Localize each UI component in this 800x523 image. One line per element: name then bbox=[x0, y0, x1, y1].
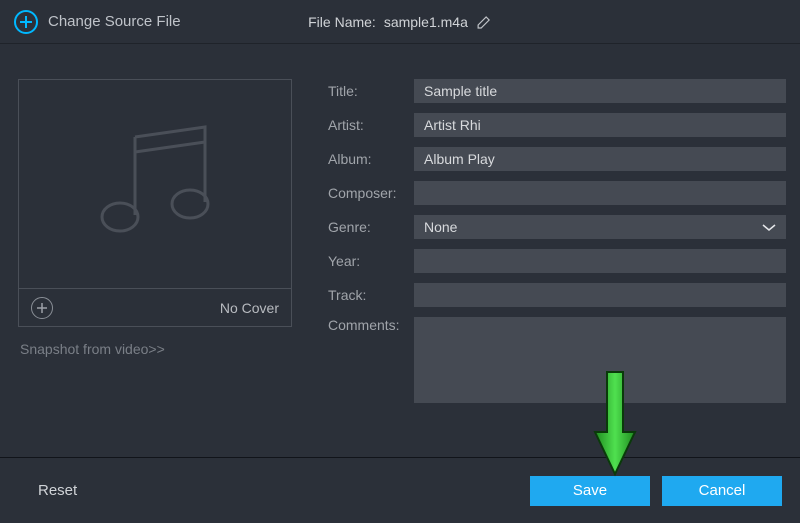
cancel-button[interactable]: Cancel bbox=[662, 476, 782, 506]
no-cover-label: No Cover bbox=[220, 300, 279, 316]
save-button[interactable]: Save bbox=[530, 476, 650, 506]
composer-input[interactable] bbox=[414, 181, 786, 205]
cover-toolbar: No Cover bbox=[18, 289, 292, 327]
title-input[interactable] bbox=[414, 79, 786, 103]
comments-input[interactable] bbox=[414, 317, 786, 403]
comments-label: Comments: bbox=[328, 317, 414, 333]
change-source-plus-icon[interactable] bbox=[14, 10, 38, 34]
add-cover-button[interactable] bbox=[31, 297, 53, 319]
composer-label: Composer: bbox=[328, 185, 414, 201]
title-label: Title: bbox=[328, 83, 414, 99]
genre-value: None bbox=[424, 219, 457, 235]
metadata-fields: Title: Artist: Album: Composer: Genre: N… bbox=[328, 79, 786, 439]
genre-label: Genre: bbox=[328, 219, 414, 235]
album-label: Album: bbox=[328, 151, 414, 167]
edit-filename-icon[interactable] bbox=[476, 14, 492, 30]
snapshot-from-video-link[interactable]: Snapshot from video>> bbox=[20, 341, 298, 357]
track-label: Track: bbox=[328, 287, 414, 303]
artist-label: Artist: bbox=[328, 117, 414, 133]
artist-input[interactable] bbox=[414, 113, 786, 137]
file-name-display: File Name: sample1.m4a bbox=[308, 14, 492, 30]
track-input[interactable] bbox=[414, 283, 786, 307]
music-note-icon bbox=[90, 122, 220, 247]
genre-select[interactable]: None bbox=[414, 215, 786, 239]
file-name-value: sample1.m4a bbox=[384, 14, 468, 30]
header-bar: Change Source File File Name: sample1.m4… bbox=[0, 0, 800, 44]
chevron-down-icon bbox=[762, 219, 776, 235]
change-source-link[interactable]: Change Source File bbox=[48, 13, 181, 30]
reset-button[interactable]: Reset bbox=[18, 476, 97, 505]
album-input[interactable] bbox=[414, 147, 786, 171]
footer-bar: Reset Save Cancel bbox=[0, 457, 800, 523]
main-content: No Cover Snapshot from video>> Title: Ar… bbox=[0, 44, 800, 439]
cover-column: No Cover Snapshot from video>> bbox=[18, 79, 298, 439]
year-label: Year: bbox=[328, 253, 414, 269]
year-input[interactable] bbox=[414, 249, 786, 273]
cover-art-box bbox=[18, 79, 292, 289]
file-name-label: File Name: bbox=[308, 14, 376, 30]
